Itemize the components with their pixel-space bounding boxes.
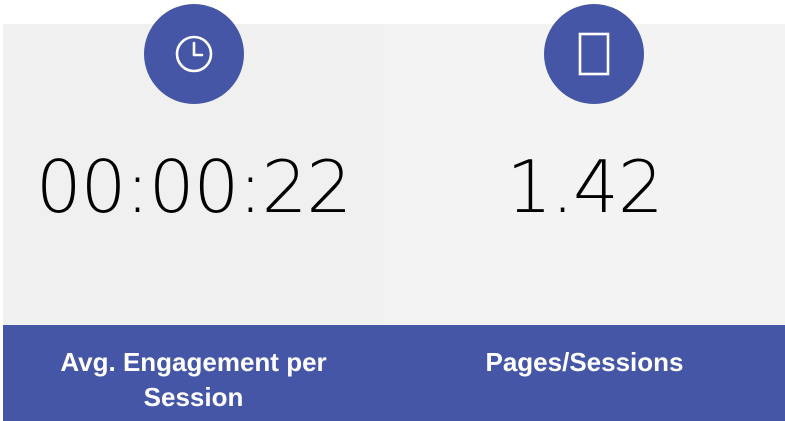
engagement-value: 00:00:22 [35,145,352,229]
clock-icon [175,35,213,73]
clock-icon-badge [144,4,244,104]
pages-per-session-value: 1.42 [506,145,663,229]
page-icon [578,32,610,76]
pages-per-session-label: Pages/Sessions [384,325,785,421]
metrics-panel: 00:00:22 Avg. Engagement per Session 1.4… [0,0,785,421]
page-icon-badge [544,4,644,104]
pages-per-session-card: 1.42 Pages/Sessions [384,4,785,421]
engagement-card: 00:00:22 Avg. Engagement per Session [3,4,384,421]
engagement-label: Avg. Engagement per Session [3,325,384,421]
